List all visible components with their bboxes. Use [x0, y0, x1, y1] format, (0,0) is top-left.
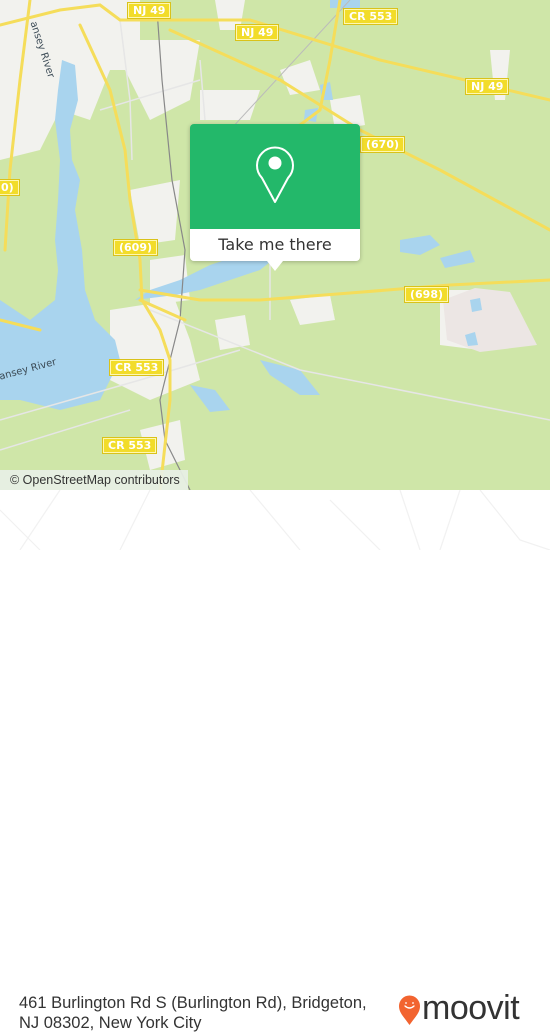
- road-shield-nj49: NJ 49: [464, 78, 510, 95]
- take-me-there-button[interactable]: Take me there: [190, 229, 360, 261]
- popup-header: [190, 124, 360, 229]
- map-view[interactable]: NJ 49 NJ 49 NJ 49 CR 553 CR 553 CR 553 (…: [0, 0, 550, 490]
- moovit-wordmark: moovit: [422, 989, 520, 1027]
- road-shield-cr553: CR 553: [108, 359, 165, 376]
- moovit-pin-icon: [399, 995, 420, 1025]
- road-shield-nj49: NJ 49: [234, 24, 280, 41]
- footer: 461 Burlington Rd S (Burlington Rd), Bri…: [0, 490, 550, 1032]
- road-shield-cr553: CR 553: [101, 437, 158, 454]
- map-pin-icon: [256, 146, 294, 203]
- popup-pointer: [267, 261, 283, 271]
- map-attribution[interactable]: © OpenStreetMap contributors: [0, 470, 188, 490]
- road-shield-cr553: CR 553: [342, 8, 399, 25]
- road-shield-670: (670): [359, 136, 406, 153]
- destination-popup: Take me there: [190, 124, 360, 271]
- industrial-area: [443, 288, 537, 352]
- road-shield-nj49: NJ 49: [126, 2, 172, 19]
- road-shield-609: (609): [112, 239, 159, 256]
- road-shield-partial: 0): [0, 179, 20, 196]
- footer-background-pattern: [0, 490, 550, 550]
- address-text: 461 Burlington Rd S (Burlington Rd), Bri…: [19, 994, 367, 1032]
- road-shield-698: (698): [403, 286, 450, 303]
